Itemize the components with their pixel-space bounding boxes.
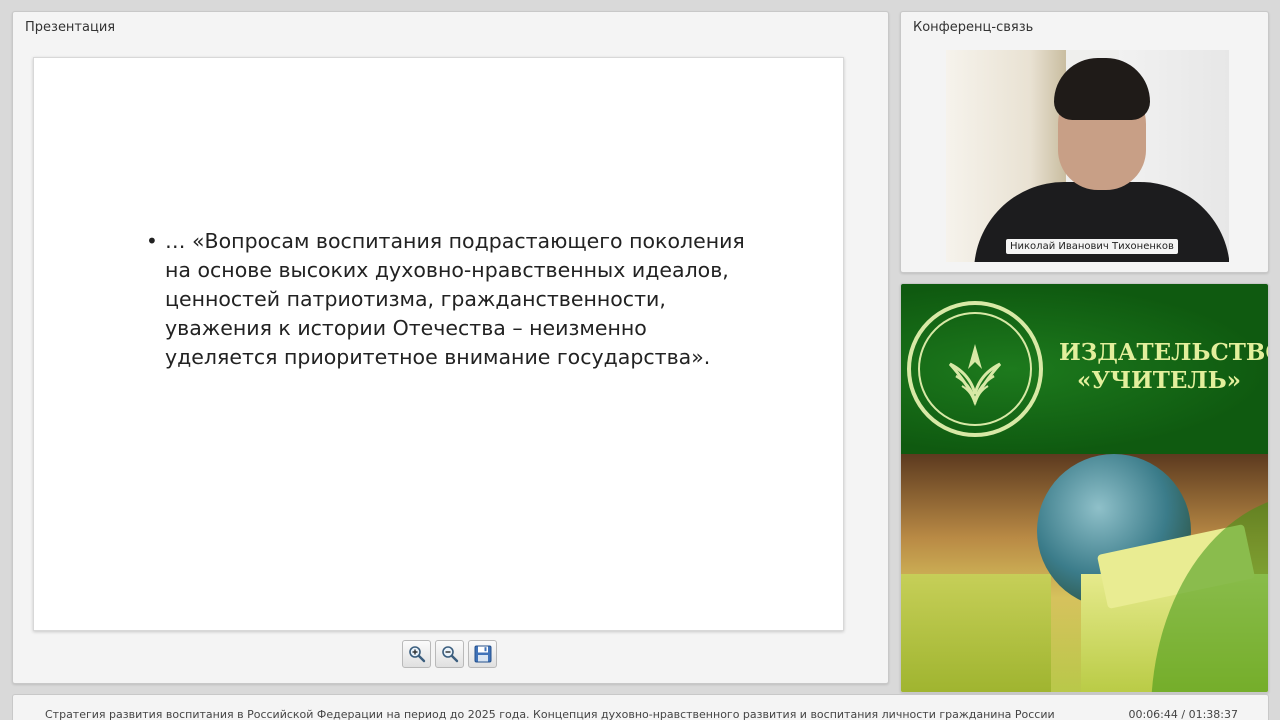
publisher-header: ИЗДАТЕЛЬСТВО «УЧИТЕЛЬ» (901, 284, 1269, 454)
zoom-out-icon (441, 646, 458, 663)
books-stack-left (901, 574, 1051, 692)
publisher-name-line1: ИЗДАТЕЛЬСТВО (1059, 339, 1269, 366)
save-icon (474, 645, 491, 663)
presentation-panel: Презентация • … «Вопросам воспитания под… (12, 11, 889, 684)
zoom-in-button[interactable] (402, 640, 431, 668)
publisher-banner: ИЗДАТЕЛЬСТВО «УЧИТЕЛЬ» (900, 283, 1269, 693)
playback-time: 00:06:44 / 01:38:37 (1128, 708, 1238, 720)
footer-bar: Стратегия развития воспитания в Российск… (12, 694, 1269, 720)
publisher-logo-inner (918, 312, 1032, 426)
publisher-name-line2: «УЧИТЕЛЬ» (1076, 367, 1242, 394)
publisher-name: ИЗДАТЕЛЬСТВО «УЧИТЕЛЬ» (1059, 339, 1269, 395)
video-feed[interactable]: Николай Иванович Тихоненков (946, 50, 1229, 262)
slide: • … «Вопросам воспитания подрастающего п… (33, 57, 844, 631)
presentation-title: Презентация (25, 20, 116, 35)
zoom-in-icon (408, 646, 425, 663)
zoom-out-button[interactable] (435, 640, 464, 668)
slide-text: … «Вопросам воспитания подрастающего пок… (165, 229, 745, 369)
slide-bullet: • (146, 229, 158, 253)
publisher-logo (907, 301, 1043, 437)
books-globe-image (901, 454, 1268, 692)
conference-panel: Конференц-связь Николай Иванович Тихонен… (900, 11, 1269, 273)
conference-title: Конференц-связь (913, 20, 1034, 35)
slide-toolbar (402, 640, 497, 668)
save-button[interactable] (468, 640, 497, 668)
lecture-title: Стратегия развития воспитания в Российск… (45, 708, 1055, 720)
book-leaves-icon (948, 344, 1002, 407)
speaker-name-tag: Николай Иванович Тихоненков (1006, 239, 1178, 254)
